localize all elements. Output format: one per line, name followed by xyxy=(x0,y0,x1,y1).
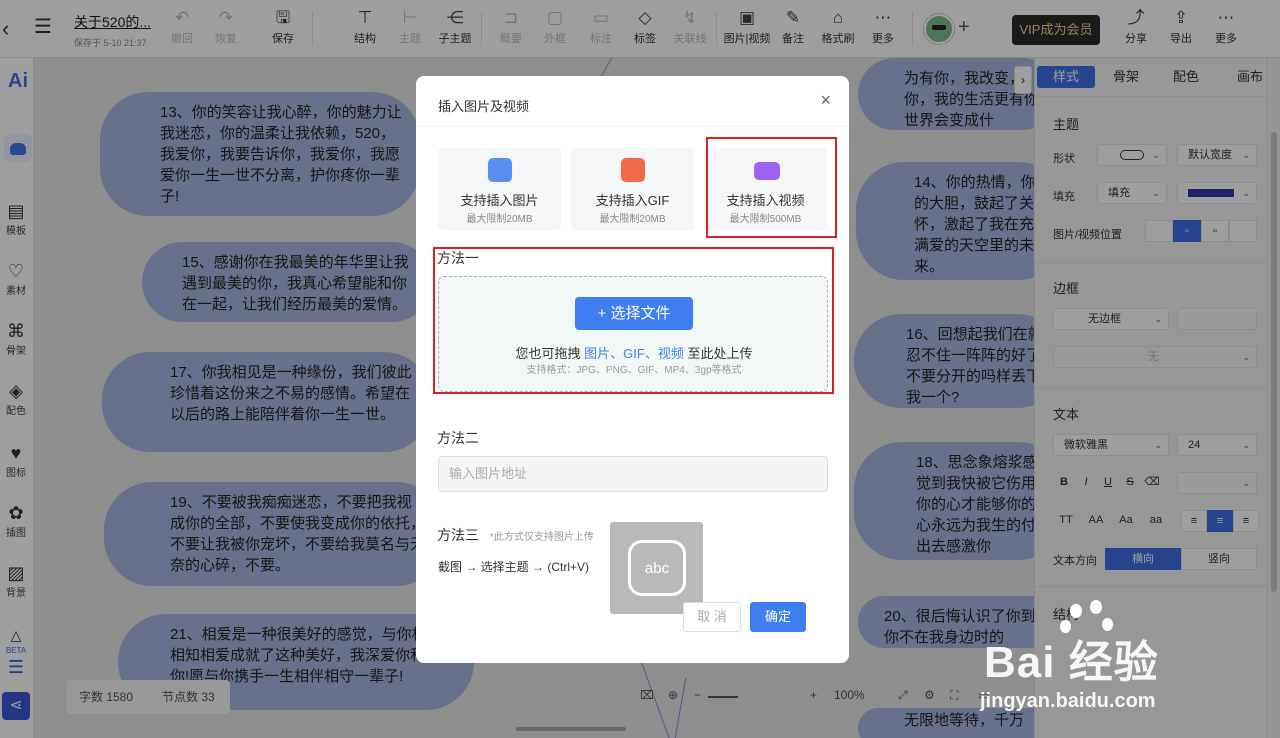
highlight-box-video xyxy=(706,137,837,238)
card-subtitle: 最大限制20MB xyxy=(599,214,666,225)
watermark-brand: Bai 经验 xyxy=(984,638,1159,687)
insert-media-dialog: 插入图片及视频 × 支持插入图片 最大限制20MB 支持插入GIF 最大限制20… xyxy=(416,76,849,663)
insert-gif-card[interactable]: 支持插入GIF 最大限制20MB xyxy=(571,148,694,230)
cancel-button[interactable]: 取 消 xyxy=(683,602,741,632)
insert-image-card[interactable]: 支持插入图片 最大限制20MB xyxy=(438,148,561,230)
method-three-label: 方法三 xyxy=(437,527,479,543)
watermark-url: jingyan.baidu.com xyxy=(980,690,1156,712)
baidu-watermark: Bai 经验 jingyan.baidu.com xyxy=(980,600,1260,720)
method-three-steps: 截图 → 选择主题 → (Ctrl+V) xyxy=(438,560,590,574)
highlight-box-method-one xyxy=(433,247,834,394)
image-icon xyxy=(488,158,512,182)
close-icon[interactable]: × xyxy=(820,90,831,111)
paste-placeholder-tile: abc xyxy=(610,522,703,614)
card-subtitle: 最大限制20MB xyxy=(466,214,533,225)
keyboard-abc-icon: abc xyxy=(628,540,686,596)
confirm-button[interactable]: 确定 xyxy=(750,602,806,632)
image-url-input[interactable]: 输入图片地址 xyxy=(438,456,828,492)
method-three-note: *此方式仅支持图片上传 xyxy=(490,532,594,543)
dialog-divider xyxy=(416,126,849,127)
method-two-label: 方法二 xyxy=(437,430,479,446)
card-title: 支持插入图片 xyxy=(460,193,539,208)
gif-icon xyxy=(621,158,645,182)
card-title: 支持插入GIF xyxy=(595,193,670,208)
dialog-title: 插入图片及视频 xyxy=(438,99,530,114)
